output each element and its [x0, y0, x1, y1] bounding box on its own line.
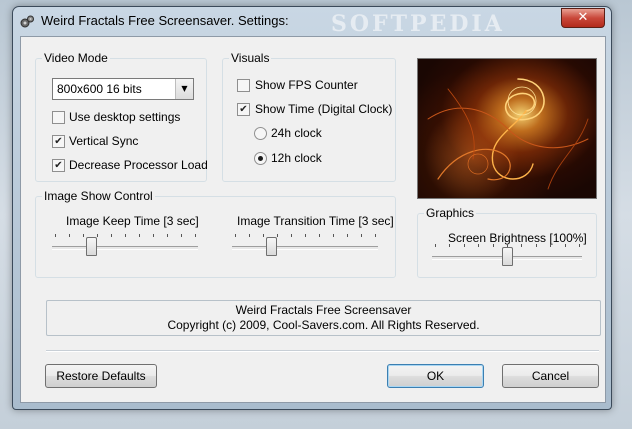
- slider-thumb[interactable]: [266, 237, 277, 256]
- slider-tick: [249, 234, 250, 237]
- video-mode-group: Video Mode 800x600 16 bits ▼ Use desktop…: [35, 51, 208, 182]
- slider-tick: [521, 244, 522, 247]
- slider-tick: [493, 244, 494, 247]
- slider-thumb[interactable]: [502, 247, 513, 266]
- video-mode-legend: Video Mode: [42, 51, 110, 65]
- slider-tick: [319, 234, 320, 237]
- checkmark-icon: ✔: [239, 104, 248, 115]
- dialog-client-area: Video Mode 800x600 16 bits ▼ Use desktop…: [20, 36, 606, 403]
- clock-12h-radio[interactable]: [254, 152, 267, 165]
- slider-tick: [305, 234, 306, 237]
- show-time-label[interactable]: Show Time (Digital Clock): [255, 102, 392, 116]
- vertical-sync-label[interactable]: Vertical Sync: [69, 134, 138, 148]
- clock-24h-radio[interactable]: [254, 127, 267, 140]
- slider-tick: [507, 244, 508, 247]
- clock-24h-label[interactable]: 24h clock: [271, 126, 322, 140]
- slider-tick: [333, 234, 334, 237]
- slider-tick: [579, 244, 580, 247]
- show-fps-counter-checkbox[interactable]: [237, 79, 250, 92]
- copyright-text: Copyright (c) 2009, Cool-Savers.com. All…: [167, 318, 480, 332]
- slider-tick: [167, 234, 168, 237]
- gears-icon: [20, 15, 34, 28]
- image-show-control-group: Image Show Control Image Keep Time [3 se…: [35, 189, 396, 278]
- slider-tick: [464, 244, 465, 247]
- image-keep-time-label: Image Keep Time [3 sec]: [66, 214, 199, 228]
- restore-defaults-button[interactable]: Restore Defaults: [45, 364, 157, 388]
- window-title: Weird Fractals Free Screensaver. Setting…: [41, 13, 289, 28]
- slider-tick: [97, 234, 98, 237]
- chevron-down-icon[interactable]: ▼: [175, 79, 193, 99]
- slider-track: [232, 246, 378, 250]
- slider-tick: [550, 244, 551, 247]
- clock-12h-label[interactable]: 12h clock: [271, 151, 322, 165]
- title-bar[interactable]: Weird Fractals Free Screensaver. Setting…: [13, 7, 611, 37]
- image-show-control-legend: Image Show Control: [42, 189, 155, 203]
- image-transition-time-label: Image Transition Time [3 sec]: [237, 214, 394, 228]
- close-button[interactable]: ✕: [561, 8, 605, 28]
- slider-tick: [478, 244, 479, 247]
- separator: [46, 350, 599, 352]
- slider-tick: [347, 234, 348, 237]
- slider-tick: [139, 234, 140, 237]
- graphics-legend: Graphics: [424, 206, 477, 220]
- checkmark-icon: ✔: [54, 136, 63, 147]
- image-keep-time-slider[interactable]: [52, 234, 198, 260]
- show-fps-counter-label[interactable]: Show FPS Counter: [255, 78, 358, 92]
- decrease-processor-load-label[interactable]: Decrease Processor Load: [69, 158, 208, 172]
- visuals-group: Visuals Show FPS Counter ✔ Show Time (Di…: [222, 51, 396, 182]
- slider-thumb[interactable]: [86, 237, 97, 256]
- slider-tick: [361, 234, 362, 237]
- screen-brightness-label: Screen Brightness [100%]: [448, 231, 587, 245]
- video-mode-select[interactable]: 800x600 16 bits ▼: [52, 78, 194, 100]
- about-info-box: Weird Fractals Free Screensaver Copyrigh…: [46, 300, 601, 336]
- slider-tick: [291, 234, 292, 237]
- slider-tick: [111, 234, 112, 237]
- use-desktop-settings-label[interactable]: Use desktop settings: [69, 110, 180, 124]
- slider-tick: [565, 244, 566, 247]
- decrease-processor-load-checkbox[interactable]: ✔: [52, 159, 65, 172]
- slider-tick: [153, 234, 154, 237]
- close-icon: ✕: [577, 10, 589, 25]
- slider-tick: [181, 234, 182, 237]
- slider-tick: [536, 244, 537, 247]
- image-transition-time-slider[interactable]: [232, 234, 378, 260]
- vertical-sync-checkbox[interactable]: ✔: [52, 135, 65, 148]
- visuals-legend: Visuals: [229, 51, 272, 65]
- ok-button[interactable]: OK: [387, 364, 484, 388]
- show-time-checkbox[interactable]: ✔: [237, 103, 250, 116]
- use-desktop-settings-checkbox[interactable]: [52, 111, 65, 124]
- slider-tick: [375, 234, 376, 237]
- fractal-preview-image: [417, 58, 597, 199]
- slider-tick: [235, 234, 236, 237]
- video-mode-value: 800x600 16 bits: [57, 82, 142, 96]
- slider-tick: [83, 234, 84, 237]
- product-name: Weird Fractals Free Screensaver: [235, 303, 412, 317]
- screen-brightness-slider[interactable]: [432, 244, 582, 270]
- slider-tick: [55, 234, 56, 237]
- settings-window: Weird Fractals Free Screensaver. Setting…: [12, 6, 612, 410]
- slider-tick: [263, 234, 264, 237]
- slider-tick: [435, 244, 436, 247]
- cancel-button[interactable]: Cancel: [502, 364, 599, 388]
- slider-track: [52, 246, 198, 250]
- graphics-group: Graphics Screen Brightness [100%]: [417, 206, 597, 278]
- slider-tick: [449, 244, 450, 247]
- watermark: SOFTPEDIA: [331, 11, 505, 37]
- slider-tick: [69, 234, 70, 237]
- slider-tick: [195, 234, 196, 237]
- slider-tick: [125, 234, 126, 237]
- checkmark-icon: ✔: [54, 160, 63, 171]
- slider-tick: [277, 234, 278, 237]
